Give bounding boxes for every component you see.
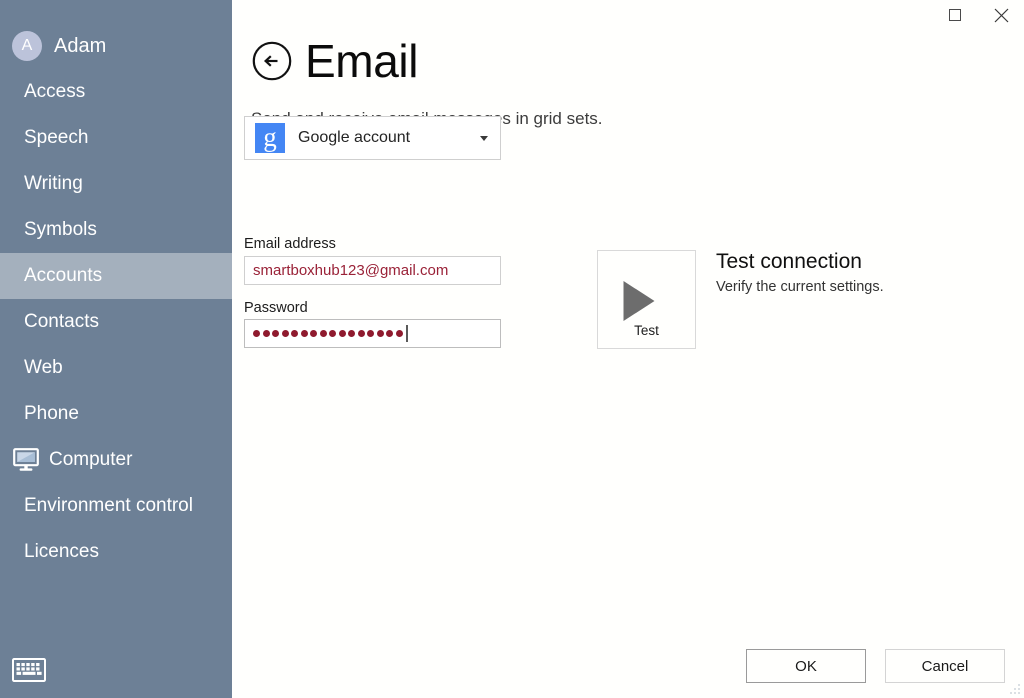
main-content: Email Send and receive email messages in… <box>232 0 1024 698</box>
sidebar-item-computer[interactable]: Computer <box>0 437 232 483</box>
page-header: Email <box>251 38 418 84</box>
sidebar-item-contacts[interactable]: Contacts <box>0 299 232 345</box>
page-title: Email <box>305 35 419 87</box>
email-label: Email address <box>244 236 336 252</box>
google-g-icon: g <box>255 123 285 153</box>
test-connection-info: Test connection Verify the current setti… <box>716 250 976 295</box>
password-dot <box>272 330 279 337</box>
password-dot <box>395 330 403 337</box>
password-dot <box>376 330 384 337</box>
sidebar: A Adam Access Speech Writing Symbols Acc… <box>0 0 232 698</box>
cancel-button[interactable]: Cancel <box>885 649 1005 683</box>
sidebar-item-environment-control[interactable]: Environment control <box>0 483 232 529</box>
back-button[interactable] <box>251 40 293 82</box>
password-masked-value <box>253 330 405 337</box>
close-button[interactable] <box>978 0 1024 30</box>
sidebar-item-label: Computer <box>49 449 133 470</box>
sidebar-item-symbols[interactable]: Symbols <box>0 207 232 253</box>
password-dot <box>253 330 260 337</box>
chevron-down-icon <box>480 135 488 141</box>
text-cursor <box>406 325 408 342</box>
password-label: Password <box>244 300 308 316</box>
account-type-dropdown[interactable]: g Google account <box>244 116 501 160</box>
test-connection-description: Verify the current settings. <box>716 279 884 295</box>
sidebar-item-label: Speech <box>24 127 89 148</box>
password-dot <box>357 330 365 337</box>
close-x-icon <box>994 8 1008 22</box>
password-dot <box>386 330 393 337</box>
password-dot <box>329 330 336 337</box>
sidebar-item-label: Symbols <box>24 219 97 240</box>
sidebar-item-licences[interactable]: Licences <box>0 529 232 575</box>
settings-window: A Adam Access Speech Writing Symbols Acc… <box>0 0 1024 698</box>
sidebar-item-web[interactable]: Web <box>0 345 232 391</box>
sidebar-item-label: Writing <box>24 173 83 194</box>
back-arrow-circle-icon <box>252 41 292 81</box>
password-dot <box>367 330 374 337</box>
sidebar-item-accounts[interactable]: Accounts <box>0 253 232 299</box>
sidebar-user-row[interactable]: A Adam <box>0 23 232 69</box>
sidebar-item-label: Access <box>24 81 86 102</box>
password-dot <box>281 330 289 337</box>
monitor-icon <box>12 446 40 474</box>
email-value: smartboxhub123@gmail.com <box>253 262 449 279</box>
sidebar-user-name: Adam <box>54 34 107 57</box>
password-dot <box>300 330 308 337</box>
sidebar-item-label: Environment control <box>24 495 193 516</box>
maximize-button[interactable] <box>932 0 978 30</box>
sidebar-item-label: Phone <box>24 403 79 424</box>
password-dot <box>262 330 270 337</box>
sidebar-item-label: Web <box>24 357 63 378</box>
password-dot <box>348 330 355 337</box>
avatar: A <box>12 31 42 61</box>
sidebar-item-writing[interactable]: Writing <box>0 161 232 207</box>
password-dot <box>291 330 298 337</box>
sidebar-item-access[interactable]: Access <box>0 69 232 115</box>
sidebar-item-label: Contacts <box>24 311 99 332</box>
password-field[interactable] <box>244 319 501 348</box>
account-type-value: Google account <box>298 129 411 146</box>
sidebar-item-phone[interactable]: Phone <box>0 391 232 437</box>
play-triangle-icon <box>623 281 654 321</box>
test-connection-button[interactable]: Test <box>597 250 696 349</box>
window-controls <box>932 0 1024 30</box>
sidebar-item-label: Accounts <box>24 265 103 286</box>
password-dot <box>338 330 346 337</box>
email-field[interactable]: smartboxhub123@gmail.com <box>244 256 501 285</box>
test-connection-title: Test connection <box>716 250 862 273</box>
ok-button[interactable]: OK <box>746 649 866 683</box>
resize-grip-icon[interactable] <box>1009 683 1021 695</box>
sidebar-item-label: Licences <box>24 541 99 562</box>
test-button-caption: Test <box>634 323 659 338</box>
password-dot <box>319 330 327 337</box>
onscreen-keyboard-icon[interactable] <box>12 658 46 682</box>
maximize-square-icon <box>949 9 961 21</box>
password-dot <box>310 330 317 337</box>
sidebar-item-speech[interactable]: Speech <box>0 115 232 161</box>
